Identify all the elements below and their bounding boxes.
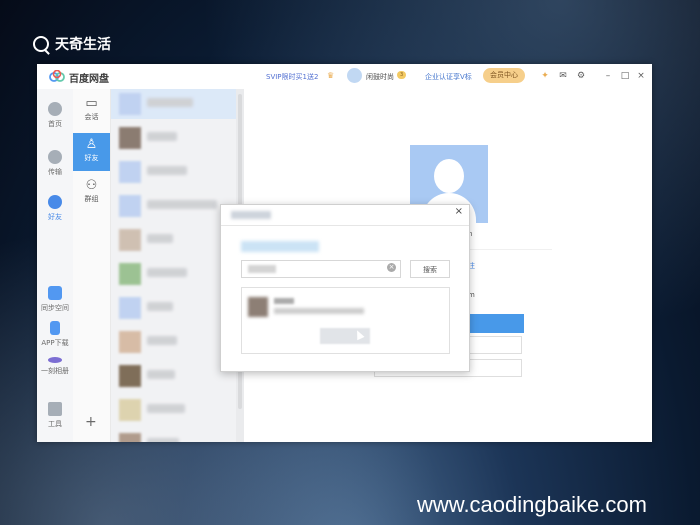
- brand-name: 天奇生活: [55, 37, 111, 53]
- phone-icon: [50, 321, 60, 335]
- maximize-icon[interactable]: □: [619, 70, 631, 82]
- title-bar: 百度网盘 SVIP限时买1送2 ♛ 闲鼓时尚 3 企业认证享V标 会员中心 ✦ …: [37, 64, 652, 89]
- list-item[interactable]: [111, 123, 236, 153]
- chat-icon: ▭: [85, 96, 98, 111]
- sync-icon: [48, 286, 62, 300]
- friends-icon: [48, 195, 62, 209]
- main-nav: 首页 传输 好友 同步空间 APP下载 一刻相册 工具: [37, 89, 73, 442]
- nav-item-transfer[interactable]: 传输: [37, 150, 73, 177]
- game-icon[interactable]: ✦: [539, 70, 551, 82]
- nav-item-album[interactable]: 一刻相册: [37, 357, 73, 376]
- subnav-label: 好友: [84, 154, 99, 162]
- result-name: [274, 298, 294, 304]
- transfer-icon: [48, 150, 62, 164]
- nav-item-label: APP下载: [41, 339, 69, 347]
- friends-subnav: ▭ 会话 ♙ 好友 ⚇ 群组 +: [73, 89, 111, 442]
- mail-icon[interactable]: ✉: [557, 70, 569, 82]
- nav-item-label: 一刻相册: [41, 367, 69, 375]
- subnav-chat[interactable]: ▭ 会话: [73, 92, 110, 130]
- nav-item-label: 首页: [48, 120, 62, 128]
- result-avatar: [248, 297, 268, 317]
- watermark-url: www.caodingbaike.com: [417, 492, 647, 517]
- subnav-friends[interactable]: ♙ 好友: [73, 133, 110, 171]
- nav-item-tools[interactable]: 工具: [37, 402, 73, 429]
- crown-icon[interactable]: ♛: [327, 71, 337, 80]
- subnav-groups[interactable]: ⚇ 群组: [73, 174, 110, 212]
- close-icon[interactable]: ×: [455, 206, 463, 217]
- divider: [221, 225, 469, 226]
- nav-item-label: 工具: [48, 420, 62, 428]
- nav-item-label: 传输: [48, 168, 62, 176]
- person-icon: ♙: [85, 137, 98, 152]
- result-detail: [274, 308, 364, 314]
- dialog-title: [231, 211, 271, 219]
- nav-item-app-download[interactable]: APP下载: [37, 321, 73, 348]
- app-name: 百度网盘: [69, 74, 109, 85]
- nav-item-label: 好友: [48, 213, 62, 221]
- search-result: [241, 287, 450, 354]
- nav-item-label: 同步空间: [41, 304, 69, 312]
- svip-promo-link[interactable]: SVIP限时买1送2: [266, 72, 318, 82]
- dialog-subtitle: [241, 241, 319, 252]
- nav-item-friends[interactable]: 好友: [37, 195, 73, 222]
- group-icon: ⚇: [85, 178, 98, 193]
- list-item[interactable]: [111, 225, 236, 255]
- minimize-icon[interactable]: –: [602, 70, 614, 82]
- list-item[interactable]: [111, 89, 236, 119]
- tools-icon: [48, 402, 62, 416]
- list-item[interactable]: [111, 191, 236, 221]
- search-input[interactable]: ×: [241, 260, 401, 278]
- subnav-label: 群组: [84, 195, 99, 203]
- add-icon[interactable]: +: [85, 414, 97, 430]
- list-item[interactable]: [111, 259, 236, 289]
- app-logo-icon: [49, 70, 65, 82]
- level-badge: 3: [397, 71, 407, 79]
- add-friend-dialog: × × 搜索: [220, 204, 470, 372]
- search-input-value: [248, 265, 276, 273]
- list-item[interactable]: [111, 157, 236, 187]
- friend-list: [111, 89, 236, 442]
- close-icon[interactable]: ×: [635, 70, 647, 82]
- album-icon: [48, 357, 62, 363]
- nav-item-home[interactable]: 首页: [37, 102, 73, 129]
- vip-center-button[interactable]: 会员中心: [483, 68, 525, 83]
- list-item[interactable]: [111, 293, 236, 323]
- list-item[interactable]: [111, 327, 236, 357]
- enterprise-verify-link[interactable]: 企业认证享V标: [425, 72, 472, 82]
- clear-icon[interactable]: ×: [387, 263, 396, 272]
- subnav-label: 会话: [84, 113, 99, 121]
- cloud-icon: [48, 102, 62, 116]
- list-item[interactable]: [111, 361, 236, 391]
- search-button[interactable]: 搜索: [410, 260, 450, 278]
- user-avatar[interactable]: [347, 68, 362, 83]
- user-name[interactable]: 闲鼓时尚: [366, 72, 394, 82]
- watermark-brand: 天奇生活: [33, 34, 111, 54]
- nav-item-sync[interactable]: 同步空间: [37, 286, 73, 313]
- list-item[interactable]: [111, 395, 236, 425]
- settings-icon[interactable]: ⚙: [575, 70, 587, 82]
- list-item[interactable]: [111, 429, 236, 442]
- brand-logo-icon: [33, 36, 49, 52]
